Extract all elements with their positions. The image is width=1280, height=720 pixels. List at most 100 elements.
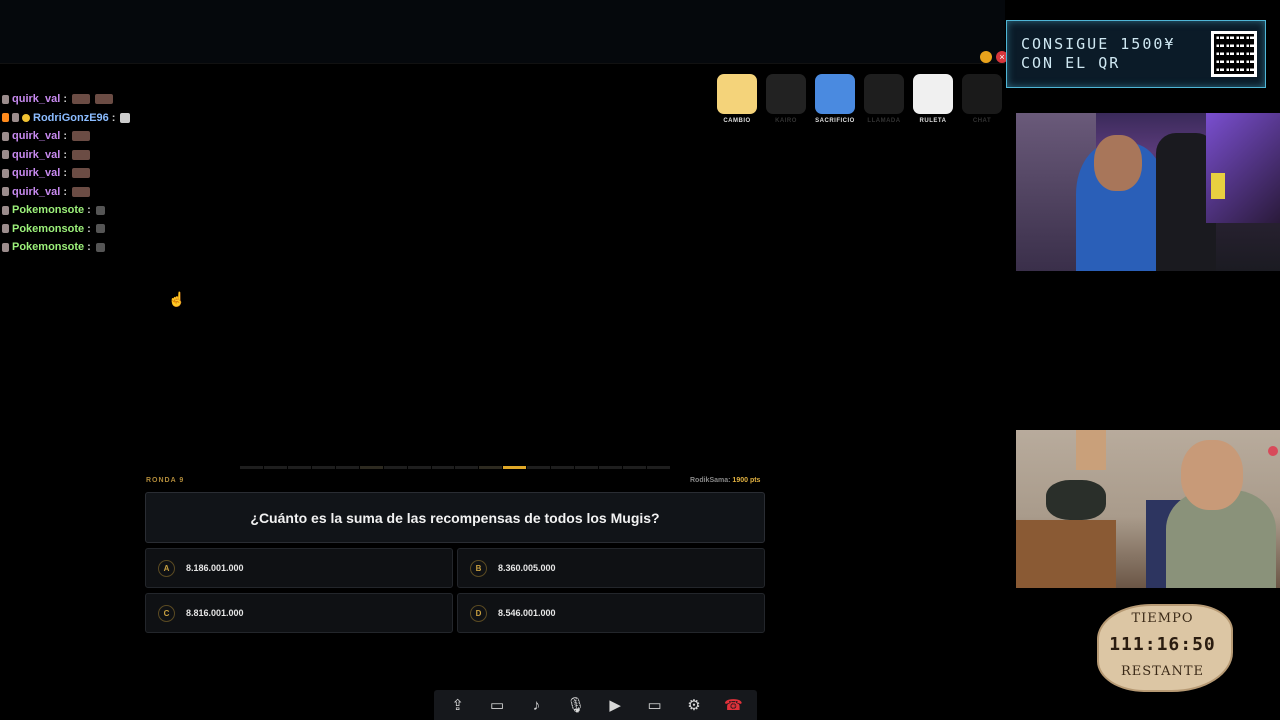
player-score: RodikSama: 1900 pts	[690, 477, 760, 484]
qr-banner-text: CONSIGUE 1500¥ CON EL QR	[1021, 35, 1211, 73]
top-bar	[0, 0, 1005, 64]
speaker-button[interactable]: ♪	[521, 692, 551, 718]
timer-label-top: TIEMPO	[1131, 611, 1194, 626]
chat-message: quirk_val :	[2, 146, 130, 165]
reward-label: CHAT	[972, 118, 992, 124]
chat-separator: :	[111, 111, 116, 124]
camera-button[interactable]: ▶	[600, 692, 630, 718]
user-badge-icon	[2, 168, 9, 178]
settings-button[interactable]: ⚙	[679, 692, 709, 718]
chat-message: Pokemonsote :	[2, 238, 130, 257]
quiz-progress-bar	[240, 466, 670, 469]
chat-username[interactable]: quirk_val	[12, 130, 60, 142]
score-value: 1900 pts	[732, 477, 761, 484]
chat-emote-icon	[120, 112, 131, 123]
chat-separator: :	[87, 241, 91, 254]
hang-up-button[interactable]: ☎	[718, 692, 748, 718]
timer-label-bottom: RESTANTE	[1120, 664, 1205, 679]
user-badge-icon	[12, 113, 19, 123]
answer-letter: C	[158, 604, 175, 622]
user-badge-icon	[2, 131, 9, 141]
minimize-button[interactable]	[980, 51, 992, 63]
reward-chat[interactable]: CHAT	[962, 74, 1002, 124]
user-badge-icon	[2, 113, 9, 123]
chat-username[interactable]: quirk_val	[12, 93, 60, 105]
reward-cambio[interactable]: CAMBIO	[717, 74, 757, 124]
user-badge-icon	[2, 187, 9, 197]
user-badge-icon	[2, 205, 9, 215]
answer-option-b[interactable]: B 8.360.005.000	[457, 548, 765, 588]
progress-segment	[551, 466, 575, 469]
chat-username[interactable]: quirk_val	[12, 167, 60, 179]
quiz-question: ¿Cuánto es la suma de las recompensas de…	[145, 492, 765, 543]
chat-separator: :	[63, 167, 67, 180]
round-label: RONDA 9	[146, 477, 185, 484]
hand-cursor-icon: ☝	[168, 291, 186, 307]
webcam-guest	[1016, 430, 1280, 588]
chat-emote-icon	[95, 242, 105, 252]
answer-letter: D	[470, 604, 487, 622]
chat-overlay: quirk_val : RodriGonzE96 : quirk_val : quir…	[2, 90, 131, 257]
reward-image-icon	[864, 74, 904, 114]
chat-username[interactable]: quirk_val	[12, 186, 60, 198]
answer-text: 8.360.005.000	[498, 563, 556, 573]
chat-message: quirk_val :	[2, 183, 130, 202]
reward-sacrificio[interactable]: SACRIFICIO	[815, 74, 855, 124]
reward-label: SACRIFICIO	[815, 118, 855, 124]
progress-segment	[503, 466, 527, 469]
progress-segment	[359, 466, 383, 469]
chat-emote-icon	[94, 94, 113, 105]
answer-option-c[interactable]: C 8.816.001.000	[145, 593, 453, 633]
chat-emote-icon	[95, 224, 105, 234]
chat-username[interactable]: quirk_val	[12, 149, 60, 161]
progress-segment	[455, 466, 479, 469]
progress-segment	[599, 466, 622, 469]
chat-separator: :	[63, 93, 67, 106]
chat-message: RodriGonzE96 :	[2, 109, 131, 128]
chat-emote-icon	[71, 186, 90, 197]
reward-image-icon	[766, 74, 806, 114]
reward-kairo[interactable]: KAIRO	[766, 74, 806, 124]
window-controls: ×	[980, 51, 1008, 63]
user-badge-icon	[2, 242, 9, 252]
share-file-button[interactable]: ⇪	[443, 692, 473, 718]
chat-message: Pokemonsote :	[2, 220, 130, 239]
reward-label: RULETA	[919, 118, 947, 124]
reward-label: LLAMADA	[867, 118, 901, 124]
reward-ruleta[interactable]: RULETA	[913, 74, 953, 124]
reward-image-icon	[815, 74, 855, 114]
rewards-bar: CAMBIO KAIRO SACRIFICIO LLAMADA RULETA CHAT	[717, 74, 1002, 124]
chat-message: quirk_val :	[2, 90, 130, 109]
screen-share-button[interactable]: ▭	[640, 692, 670, 718]
answer-option-d[interactable]: D 8.546.001.000	[457, 593, 765, 633]
progress-segment	[646, 466, 670, 469]
answer-option-a[interactable]: A 8.186.001.000	[145, 548, 453, 588]
chat-separator: :	[63, 148, 67, 161]
chat-button[interactable]: ▭	[482, 692, 512, 718]
microphone-button[interactable]: 🎙	[561, 692, 591, 718]
chat-username[interactable]: RodriGonzE96	[33, 112, 109, 124]
answer-text: 8.546.001.000	[498, 608, 556, 618]
webcam-streamer	[1016, 113, 1280, 271]
progress-segment	[623, 466, 646, 469]
chat-message: quirk_val :	[2, 164, 130, 183]
reward-image-icon	[962, 74, 1002, 114]
reward-image-icon	[913, 74, 953, 114]
qr-code-icon	[1211, 31, 1257, 77]
chat-separator: :	[63, 130, 67, 143]
chat-emote-icon	[71, 168, 90, 179]
reward-label: CAMBIO	[723, 118, 751, 124]
reward-llamada[interactable]: LLAMADA	[864, 74, 904, 124]
score-user: RodikSama:	[690, 477, 731, 484]
progress-segment	[287, 466, 311, 469]
qr-banner-line1: CONSIGUE 1500¥	[1021, 35, 1176, 53]
answer-letter: B	[470, 559, 487, 577]
chat-message: quirk_val :	[2, 127, 130, 146]
countdown-timer: TIEMPO 111:16:50 RESTANTE	[1075, 600, 1250, 695]
chat-username[interactable]: Pokemonsote	[12, 241, 84, 253]
chat-separator: :	[63, 185, 67, 198]
answer-text: 8.186.001.000	[186, 563, 244, 573]
chat-username[interactable]: Pokemonsote	[12, 223, 84, 235]
chat-emote-icon	[71, 149, 90, 160]
chat-username[interactable]: Pokemonsote	[12, 204, 84, 216]
